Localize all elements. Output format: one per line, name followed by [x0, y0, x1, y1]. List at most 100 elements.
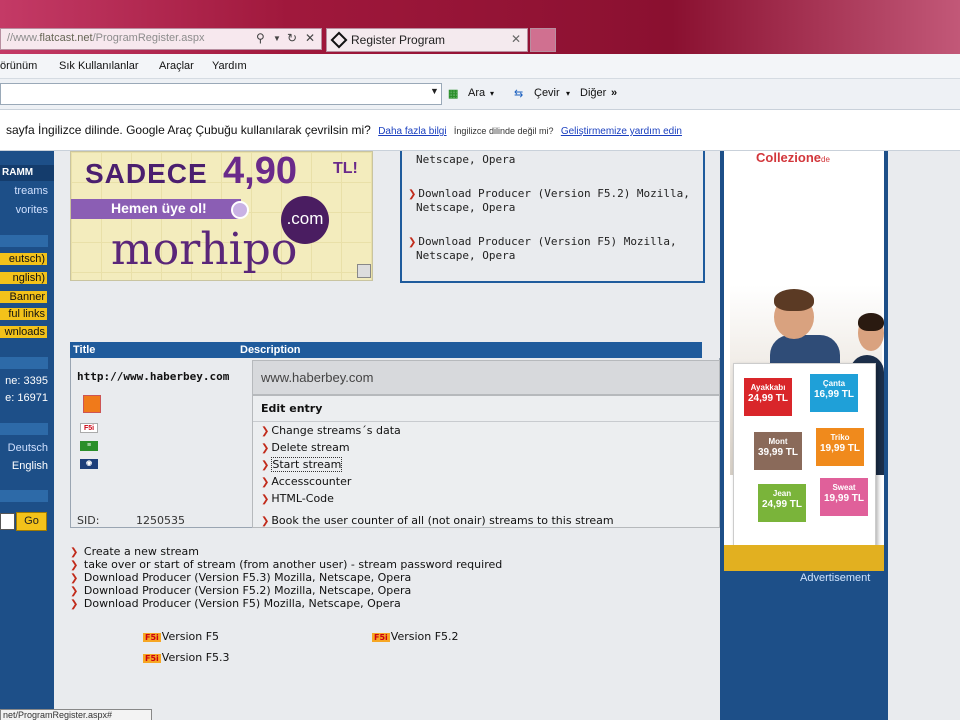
version-f5-link[interactable]: F5i Version F5 [143, 630, 219, 643]
translate-bar: sayfa İngilizce dilinde. Google Araç Çub… [0, 110, 960, 151]
download-f53-link[interactable]: ❯ Download Producer (Version F5.3) Mozil… [70, 571, 411, 584]
arrow-icon: ❯ [70, 599, 79, 610]
sidebar-lang-english[interactable]: English [0, 460, 48, 472]
sidebar-item-downloads[interactable]: wnloads [0, 326, 47, 339]
arrow-icon: ❯ [261, 426, 270, 437]
download-box: Netscape, Opera ❯ Download Producer (Vers… [400, 151, 705, 283]
arrow-icon: ❯ [261, 477, 270, 488]
download-item-cont: Netscape, Opera [416, 201, 516, 214]
ad-info-icon[interactable] [357, 264, 371, 278]
delete-stream-link[interactable]: ❯ Delete stream [261, 441, 350, 454]
search-options-icon[interactable]: ▾ [490, 89, 494, 98]
translate-options-icon[interactable]: ▾ [566, 89, 570, 98]
tile-price: 24,99 TL [747, 393, 789, 404]
brand-suffix: de [821, 155, 830, 164]
sidebar-link-streams[interactable]: treams [0, 185, 48, 197]
translate-icon: ⇆ [514, 88, 524, 100]
search-button[interactable]: Ara [468, 87, 485, 99]
accesscounter-link[interactable]: ❯ Accesscounter [261, 475, 351, 488]
google-search-input[interactable] [0, 83, 442, 105]
refresh-icon[interactable]: ↻ [287, 31, 297, 45]
download-item-cont: Netscape, Opera [416, 153, 516, 166]
book-user-counter-link[interactable]: ❯ Book the user counter of all (not onair… [261, 514, 614, 527]
link-label: Create a new stream [83, 545, 199, 558]
more-button[interactable]: Diğer [580, 87, 606, 99]
dropdown-icon[interactable]: ▼ [273, 34, 281, 43]
tile-name: Çanta [822, 379, 846, 388]
sidebar-item-banner[interactable]: Banner [0, 291, 47, 304]
arrow-icon: ❯ [70, 586, 79, 597]
arrow-icon: ❯ [70, 573, 79, 584]
sidebar-item-english[interactable]: nglish) [0, 272, 47, 285]
link-label: Download Producer (Version F5.3) Mozilla… [83, 571, 412, 584]
sid-value: 1250535 [136, 514, 185, 527]
search-dropdown-icon[interactable]: ▼ [430, 86, 439, 96]
tile-price: 19,99 TL [819, 443, 861, 454]
sid-label: SID: [77, 514, 100, 527]
address-path: /ProgramRegister.aspx [92, 32, 205, 44]
edit-entry-menu: Edit entry ❯ Change streams´s data ❯ Delet… [252, 395, 720, 528]
menu-favorites[interactable]: Sık Kullanılanlar [59, 60, 139, 72]
sidebar-item-useful-links[interactable]: ful links [0, 308, 47, 321]
take-over-stream-link[interactable]: ❯ take over or start of stream (from ano… [70, 558, 502, 571]
download-link-f5[interactable]: ❯ Download Producer (Version F5) Mozilla, [408, 235, 698, 248]
collezione-logo: Collezionede [756, 150, 830, 165]
start-stream-link[interactable]: ❯ Start stream [261, 457, 343, 472]
close-tab-icon[interactable]: ✕ [511, 32, 521, 46]
tile-name: Ayakkabı [750, 383, 786, 392]
banner-cta[interactable]: Hemen üye ol! [71, 199, 241, 219]
download-f52-link[interactable]: ❯ Download Producer (Version F5.2) Mozil… [70, 584, 411, 597]
sidebar-search-input[interactable] [0, 513, 15, 530]
version-label: Version F5.2 [390, 630, 459, 643]
tile-name: Jean [772, 489, 792, 498]
menu-tools[interactable]: Araçlar [159, 60, 194, 72]
address-bar[interactable]: //www.flatcast.net/ProgramRegister.aspx … [0, 28, 322, 50]
banner-tld-badge: .com [281, 196, 329, 244]
price-board: Ayakkabı 24,99 TL Çanta 16,99 TL Mont 39,99… [733, 363, 876, 546]
search-icon[interactable]: ⚲ [256, 31, 265, 45]
download-f5-link[interactable]: ❯ Download Producer (Version F5) Mozilla… [70, 597, 401, 610]
menu-help[interactable]: Yardım [212, 60, 247, 72]
download-item-cont: Netscape, Opera [416, 249, 516, 262]
help-improve-link[interactable]: Geliştirmemize yardım edin [561, 126, 682, 137]
arrow-icon: ❯ [261, 516, 270, 527]
stop-icon[interactable]: ✕ [305, 31, 315, 45]
google-search-icon[interactable]: ▦ [448, 87, 458, 100]
new-tab-button[interactable] [530, 28, 556, 52]
f5-badge-icon: F5i [372, 633, 390, 642]
sidebar-lang-deutsch[interactable]: Deutsch [0, 442, 48, 454]
html-code-link[interactable]: ❯ HTML-Code [261, 492, 334, 505]
morhipo-banner-ad[interactable]: SADECE 4,90 TL! Hemen üye ol! morhipo .c… [70, 151, 373, 281]
address-domain: flatcast.net [39, 32, 93, 44]
tab-register-program[interactable]: Register Program ✕ [326, 28, 528, 52]
arrow-icon: ❯ [408, 237, 417, 248]
version-f53-link[interactable]: F5i Version F5.3 [143, 651, 230, 664]
download-link-f52[interactable]: ❯ Download Producer (Version F5.2) Mozill… [408, 187, 698, 200]
link-label: Download Producer (Version F5) Mozilla, … [83, 597, 401, 610]
change-stream-data-link[interactable]: ❯ Change streams´s data [261, 424, 401, 437]
person-hair [858, 313, 884, 331]
price-tile-5: Sweat 19,99 TL [820, 478, 868, 516]
menu-view[interactable]: örünüm [0, 60, 37, 72]
more-info-link[interactable]: Daha fazla bilgi [378, 126, 446, 137]
tile-price: 24,99 TL [761, 499, 803, 510]
sidebar-divider [0, 423, 48, 435]
col-description: Description [240, 344, 301, 356]
version-f52-link[interactable]: F5i Version F5.2 [372, 630, 459, 643]
go-button[interactable]: Go [16, 512, 47, 531]
menu-bar: örünüm Sık Kullanılanlar Araçlar Yardım [0, 54, 960, 79]
banner-cta-icon [231, 201, 249, 219]
version-label: Version F5 [161, 630, 220, 643]
translate-button[interactable]: Çevir [534, 87, 560, 99]
version-label: Version F5.3 [161, 651, 230, 664]
stream-url[interactable]: http://www.haberbey.com [77, 370, 229, 383]
create-stream-link[interactable]: ❯ Create a new stream [70, 545, 199, 558]
sidebar-link-favorites[interactable]: vorites [0, 204, 48, 216]
google-toolbar: ▼ ▦ Ara ▾ ⇆ Çevir ▾ Diğer » [0, 79, 960, 110]
tile-price: 39,99 TL [757, 447, 799, 458]
chevron-right-icon[interactable]: » [611, 87, 617, 99]
sidebar-item-deutsch[interactable]: eutsch) [0, 253, 47, 266]
f5-icon: F5i [80, 423, 98, 433]
action-label: Delete stream [271, 441, 350, 454]
arrow-icon: ❯ [70, 560, 79, 571]
